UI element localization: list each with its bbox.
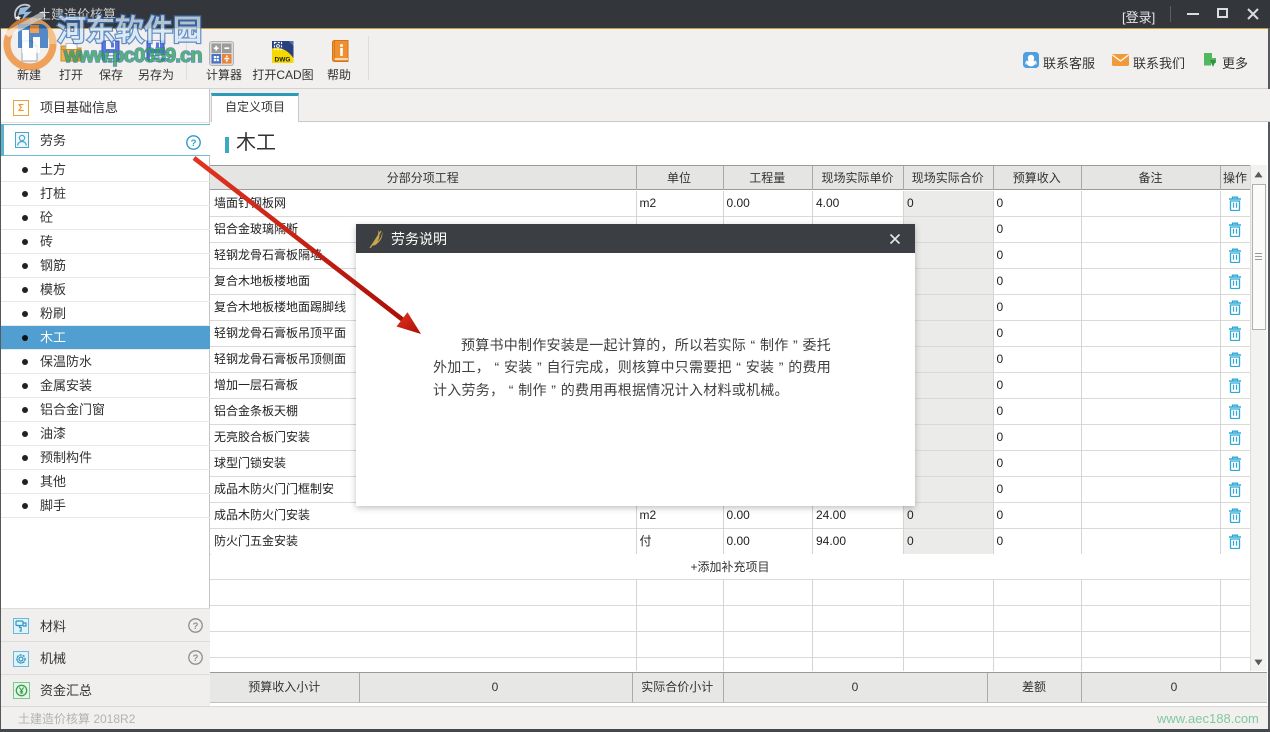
svg-text:?: ?: [193, 621, 199, 632]
svg-text:www.pc0359.cn: www.pc0359.cn: [63, 45, 202, 67]
svg-text:DWG: DWG: [275, 57, 291, 64]
svg-text:?: ?: [193, 653, 199, 664]
svg-text:河东软件园: 河东软件园: [57, 13, 202, 47]
svg-text:?: ?: [191, 138, 197, 149]
